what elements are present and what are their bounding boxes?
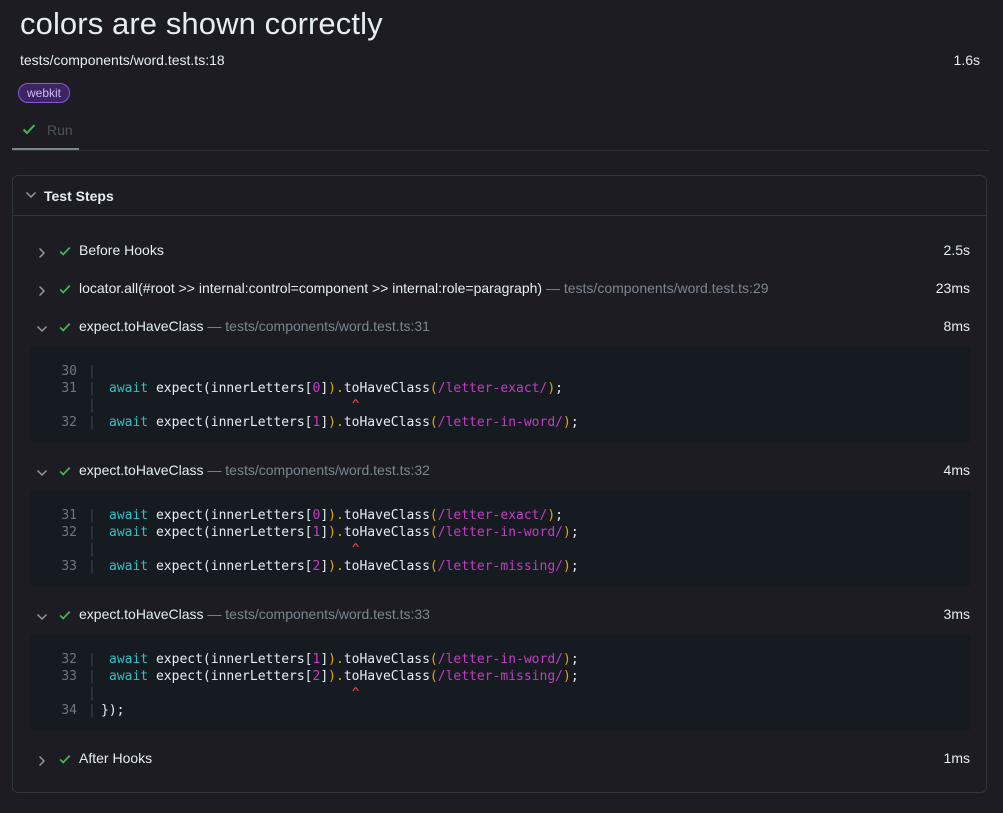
error-caret: ^ — [351, 542, 360, 557]
code-line: | ^ — [30, 541, 971, 558]
test-title: colors are shown correctly — [20, 6, 383, 41]
gutter-bar: | — [88, 703, 96, 718]
step-title: expect.toHaveClass — tests/components/wo… — [79, 606, 430, 622]
step-title: After Hooks — [79, 750, 153, 766]
line-number: 30 — [61, 364, 77, 379]
step-expect-32[interactable]: expect.toHaveClass — tests/components/wo… — [33, 461, 970, 481]
code-text: ^ — [109, 397, 360, 414]
gutter-bar: | — [88, 381, 96, 396]
gutter-bar: | — [88, 364, 96, 379]
gutter-bar: | — [88, 669, 96, 684]
chevron-down-icon — [36, 613, 48, 621]
line-number: 33 — [61, 559, 77, 574]
gutter-bar: | — [88, 652, 96, 667]
step-title: expect.toHaveClass — tests/components/wo… — [79, 462, 430, 478]
code-line: 31 | await expect(innerLetters[0]).toHaveC… — [30, 507, 971, 524]
code-text: await expect(innerLetters[2]).toHaveClas… — [109, 559, 579, 574]
step-duration: 4ms — [943, 462, 970, 478]
code-line: | ^ — [30, 397, 971, 414]
gutter-bar: | — [88, 559, 96, 574]
gutter-bar: | — [88, 415, 96, 430]
check-icon — [21, 121, 37, 137]
error-caret: ^ — [351, 686, 360, 701]
code-text: await expect(innerLetters[0]).toHaveClas… — [109, 381, 563, 396]
code-text: ^ — [109, 541, 360, 558]
check-icon — [58, 752, 72, 766]
test-steps-panel: Test Steps Before Hooks 2.5s locator.all… — [12, 175, 987, 793]
code-line: 30 | — [30, 363, 971, 380]
tabs-divider — [12, 150, 989, 151]
chevron-right-icon — [38, 247, 46, 259]
gutter-bar: | — [88, 398, 96, 413]
code-snippet: 30 | 31 | await expect(innerLetters[0]).toHa… — [30, 347, 971, 443]
step-location: — tests/components/word.test.ts:29 — [542, 280, 769, 296]
step-after-hooks[interactable]: After Hooks 1ms — [33, 749, 970, 769]
chevron-down-icon — [25, 191, 37, 199]
code-text: await expect(innerLetters[1]).toHaveClas… — [109, 415, 579, 430]
chevron-right-icon — [38, 285, 46, 297]
line-number: 34 — [61, 703, 77, 718]
test-steps-title: Test Steps — [44, 188, 114, 204]
tab-run-label: Run — [47, 122, 73, 138]
step-locator-all[interactable]: locator.all(#root >> internal:control=co… — [33, 279, 970, 299]
code-line: 34 |}); — [30, 702, 971, 719]
step-duration: 23ms — [935, 280, 970, 296]
check-icon — [58, 464, 72, 478]
step-title: locator.all(#root >> internal:control=co… — [79, 280, 769, 296]
code-line: | ^ — [30, 685, 971, 702]
code-text: await expect(innerLetters[1]).toHaveClas… — [109, 652, 579, 667]
code-text: }); — [101, 703, 125, 718]
step-before-hooks[interactable]: Before Hooks 2.5s — [33, 241, 970, 261]
step-duration: 2.5s — [943, 242, 970, 258]
code-text: await expect(innerLetters[2]).toHaveClas… — [109, 669, 579, 684]
step-expect-31[interactable]: expect.toHaveClass — tests/components/wo… — [33, 317, 970, 337]
tag-badge[interactable]: webkit — [18, 83, 71, 103]
code-line: 33 | await expect(innerLetters[2]).toHaveC… — [30, 558, 971, 575]
code-snippet: 31 | await expect(innerLetters[0]).toHaveC… — [30, 491, 971, 587]
code-text: await expect(innerLetters[0]).toHaveClas… — [109, 508, 563, 523]
code-line: 33 | await expect(innerLetters[2]).toHaveC… — [30, 668, 971, 685]
code-line: 31 | await expect(innerLetters[0]).toHaveC… — [30, 380, 971, 397]
code-text: await expect(innerLetters[1]).toHaveClas… — [109, 525, 579, 540]
check-icon — [58, 320, 72, 334]
line-number: 33 — [61, 669, 77, 684]
tab-run[interactable]: Run — [12, 114, 79, 150]
code-snippet: 32 | await expect(innerLetters[1]).toHaveC… — [30, 635, 971, 731]
check-icon — [58, 244, 72, 258]
line-number: 31 — [61, 508, 77, 523]
error-caret: ^ — [351, 398, 360, 413]
chevron-right-icon — [38, 755, 46, 767]
code-line: 32 | await expect(innerLetters[1]).toHaveC… — [30, 651, 971, 668]
gutter-bar: | — [88, 686, 96, 701]
line-number: 32 — [61, 652, 77, 667]
line-number: 32 — [61, 415, 77, 430]
test-duration: 1.6s — [953, 52, 980, 68]
gutter-bar: | — [88, 525, 96, 540]
chevron-down-icon — [36, 469, 48, 477]
line-number: 31 — [61, 381, 77, 396]
test-file-location[interactable]: tests/components/word.test.ts:18 — [20, 52, 225, 68]
step-location: — tests/components/word.test.ts:31 — [203, 318, 430, 334]
check-icon — [58, 282, 72, 296]
code-line: 32 | await expect(innerLetters[1]).toHaveC… — [30, 524, 971, 541]
code-text: ^ — [109, 685, 360, 702]
step-location: — tests/components/word.test.ts:33 — [203, 606, 430, 622]
code-line: 32 | await expect(innerLetters[1]).toHaveC… — [30, 414, 971, 431]
line-number: 32 — [61, 525, 77, 540]
step-duration: 3ms — [943, 606, 970, 622]
chevron-down-icon — [36, 325, 48, 333]
step-duration: 1ms — [943, 750, 970, 766]
check-icon — [58, 608, 72, 622]
step-location: — tests/components/word.test.ts:32 — [203, 462, 430, 478]
step-title: Before Hooks — [79, 242, 164, 258]
step-duration: 8ms — [943, 318, 970, 334]
step-title: expect.toHaveClass — tests/components/wo… — [79, 318, 430, 334]
gutter-bar: | — [88, 508, 96, 523]
step-expect-33[interactable]: expect.toHaveClass — tests/components/wo… — [33, 605, 970, 625]
gutter-bar: | — [88, 542, 96, 557]
test-steps-header[interactable]: Test Steps — [13, 176, 986, 216]
